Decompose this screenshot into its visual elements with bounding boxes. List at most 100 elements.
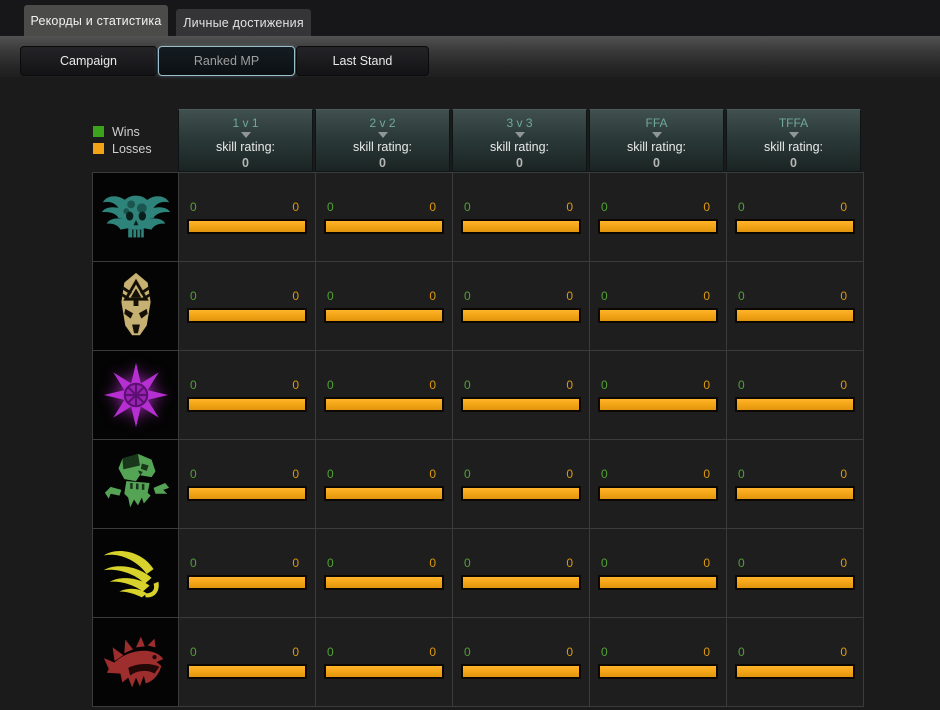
column-header-3v3[interactable]: 3 v 3 skill rating: 0 [452,109,587,172]
stats-cell: 00 [316,618,453,707]
tab-last-stand[interactable]: Last Stand [296,46,429,76]
losses-bar-fill [463,399,579,410]
win-loss-bar [324,308,444,323]
win-loss-bar [735,308,855,323]
skill-rating-label: skill rating: [727,140,860,154]
sort-arrow-icon [378,132,388,138]
stats-cell: 00 [453,440,590,529]
stats-cell: 00 [179,440,316,529]
skill-rating-label: skill rating: [590,140,723,154]
losses-value: 0 [703,289,710,303]
losses-bar-fill [600,577,716,588]
losses-bar-fill [600,221,716,232]
win-loss-bar [187,397,307,412]
losses-value: 0 [292,645,299,659]
losses-value: 0 [429,467,436,481]
losses-value: 0 [703,200,710,214]
losses-bar-fill [326,221,442,232]
space-marines-faction-icon [99,180,173,254]
wins-value: 0 [190,556,197,570]
sort-arrow-icon [652,132,662,138]
losses-value: 0 [429,378,436,392]
stats-cell: 00 [727,351,864,440]
losses-value: 0 [566,200,573,214]
wins-value: 0 [464,467,471,481]
losses-bar-fill [600,310,716,321]
stats-cell: 00 [179,529,316,618]
stats-cell: 00 [590,618,727,707]
win-loss-bar [598,219,718,234]
losses-value: 0 [840,467,847,481]
orks-faction-icon [99,447,173,521]
wins-value: 0 [464,289,471,303]
wins-value: 0 [327,378,334,392]
win-loss-bar [598,397,718,412]
win-loss-bar [324,397,444,412]
stats-cell: 00 [590,262,727,351]
losses-value: 0 [429,556,436,570]
sort-arrow-icon [789,132,799,138]
win-loss-bar [324,664,444,679]
imperial-guard-faction-icon [99,536,173,610]
win-loss-bar [187,486,307,501]
faction-icon-cell-imperial-guard [93,529,179,618]
tab-personal-achievements[interactable]: Личные достижения [176,9,311,36]
losses-value: 0 [292,200,299,214]
tab-records-statistics[interactable]: Рекорды и статистика [24,5,168,36]
losses-bar-fill [326,577,442,588]
stats-cell: 00 [453,351,590,440]
losses-value: 0 [703,645,710,659]
losses-bar-fill [463,221,579,232]
losses-value: 0 [840,378,847,392]
wins-value: 0 [601,556,608,570]
losses-value: 0 [703,467,710,481]
wins-value: 0 [738,467,745,481]
sort-arrow-icon [241,132,251,138]
losses-value: 0 [566,289,573,303]
stats-cell: 00 [727,618,864,707]
skill-rating-label: skill rating: [316,140,449,154]
losses-value: 0 [429,645,436,659]
stats-cell: 00 [316,440,453,529]
wins-value: 0 [601,467,608,481]
skill-rating-value: 0 [727,156,860,170]
wins-value: 0 [464,378,471,392]
stats-cell: 00 [453,529,590,618]
win-loss-bar [598,575,718,590]
tab-campaign[interactable]: Campaign [20,46,157,76]
stats-cell: 00 [590,440,727,529]
column-header-1v1[interactable]: 1 v 1 skill rating: 0 [178,109,313,172]
skill-rating-value: 0 [316,156,449,170]
stats-cell: 00 [316,173,453,262]
wins-legend-label: Wins [112,125,140,139]
sub-tab-band: Campaign Ranked MP Last Stand [0,36,940,77]
win-loss-bar [187,308,307,323]
tab-ranked-mp[interactable]: Ranked MP [158,46,295,76]
column-header-ffa[interactable]: FFA skill rating: 0 [589,109,724,172]
wins-value: 0 [601,289,608,303]
win-loss-bar [735,219,855,234]
losses-bar-fill [326,399,442,410]
win-loss-bar [461,219,581,234]
column-header-tffa[interactable]: TFFA skill rating: 0 [726,109,861,172]
losses-bar-fill [737,221,853,232]
win-loss-bar [461,664,581,679]
losses-value: 0 [429,200,436,214]
losses-bar-fill [189,221,305,232]
stats-grid: 0000000000 0000000000 0000000000 [92,172,864,707]
losses-color-swatch [93,143,104,154]
mode-label: 1 v 1 [179,116,312,130]
losses-bar-fill [737,577,853,588]
losses-value: 0 [566,467,573,481]
faction-icon-cell-space-marines [93,173,179,262]
wins-value: 0 [738,289,745,303]
win-loss-bar [187,575,307,590]
losses-value: 0 [292,289,299,303]
win-loss-bar [598,486,718,501]
losses-value: 0 [566,378,573,392]
faction-icon-cell-tyranids [93,618,179,707]
wins-value: 0 [738,556,745,570]
wins-value: 0 [738,645,745,659]
column-header-2v2[interactable]: 2 v 2 skill rating: 0 [315,109,450,172]
losses-bar-fill [737,399,853,410]
